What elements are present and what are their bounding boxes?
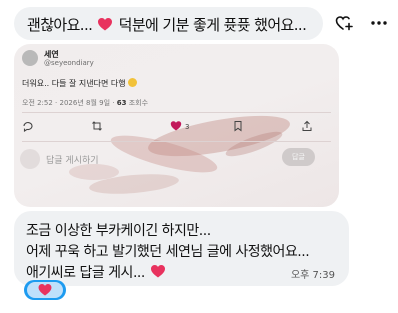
heart-emoji-icon	[150, 265, 165, 278]
message-bubble-previous[interactable]: 괜찮아요... 덕분에 기분 좋게 퓻퓻 했어요...	[14, 7, 323, 40]
message-line-3-text: 애기씨로 답글 게시...	[26, 265, 145, 281]
post-like-count: 3	[185, 123, 190, 131]
add-reaction-icon	[335, 16, 353, 31]
bookmark-icon	[234, 121, 242, 132]
add-reaction-button[interactable]	[335, 14, 353, 32]
message-bubble[interactable]: 조금 이상한 부카케이긴 하지만... 어제 꾸욱 하고 발기했던 세연님 글에…	[14, 211, 349, 286]
post-views-label: 조회수	[128, 99, 149, 107]
heart-emoji-icon	[98, 18, 113, 31]
post-time: 오전 2:52	[22, 99, 53, 107]
more-icon	[371, 21, 387, 25]
message-line-3: 애기씨로 답글 게시...	[26, 262, 167, 282]
reply-placeholder: 답글 게시하기	[46, 156, 99, 166]
message-timestamp: 오후 7:39	[290, 270, 335, 281]
repost-icon	[92, 121, 102, 131]
message-text-part2: 덕분에 기분 좋게 퓻퓻 했어요...	[118, 16, 307, 34]
more-options-button[interactable]	[370, 14, 388, 32]
post-author-avatar	[22, 50, 38, 66]
post-date: 2026년 8월 9일	[59, 99, 111, 107]
reaction-badge[interactable]	[24, 280, 66, 300]
post-body-text: 더워요.. 다들 잘 지낸다면 다행	[22, 79, 126, 88]
post-author-handle: @seyeondiary	[44, 59, 94, 67]
liked-heart-icon	[170, 121, 182, 131]
message-text: 괜찮아요... 덕분에 기분 좋게 퓻퓻 했어요...	[27, 14, 307, 35]
heart-emoji-icon	[38, 284, 52, 296]
divider	[22, 112, 331, 113]
reply-avatar	[20, 149, 40, 169]
post-body: 더워요.. 다들 잘 지낸다면 다행	[22, 78, 137, 89]
post-meta: 오전 2:52 · 2026년 8월 9일 · 63 조회수	[22, 99, 149, 107]
reaction-badge-inner	[27, 282, 63, 298]
shared-post-image[interactable]: 세연 @seyeondiary 더워요.. 다들 잘 지낸다면 다행 오전 2:…	[14, 44, 339, 207]
post-views-count: 63	[116, 99, 127, 107]
message-line-2: 어제 꾸욱 하고 발기했던 세연님 글에 사정했어요...	[26, 244, 310, 260]
post-actions: 3	[14, 120, 339, 136]
divider	[22, 141, 331, 142]
message-line-1: 조금 이상한 부카케이긴 하지만...	[26, 223, 211, 239]
reply-icon	[23, 121, 33, 132]
smile-emoji-icon	[127, 78, 137, 87]
reply-button: 답글	[282, 148, 315, 166]
share-icon	[302, 120, 312, 131]
message-text-part1: 괜찮아요...	[27, 16, 93, 34]
